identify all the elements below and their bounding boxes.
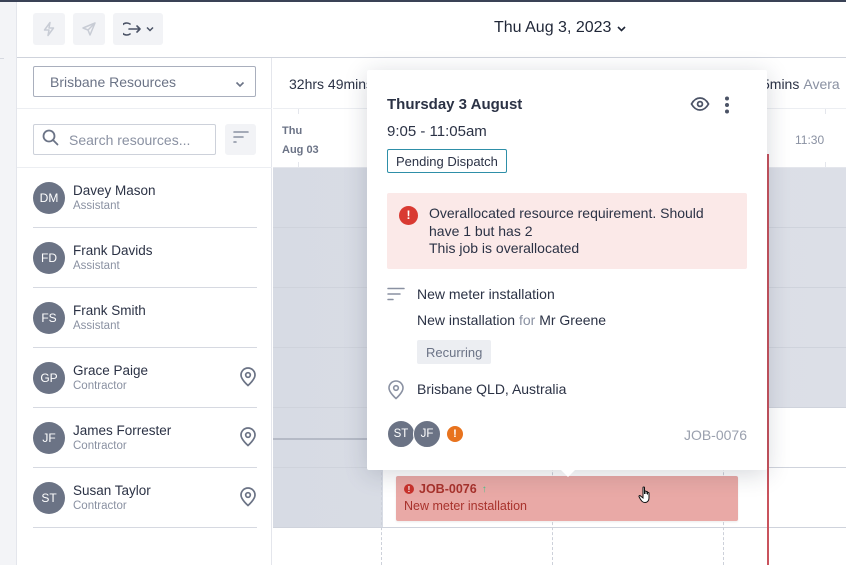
avatar[interactable]: ST (387, 420, 415, 448)
sort-button[interactable] (225, 124, 256, 155)
resource-item[interactable]: DM Davey Mason Assistant (33, 168, 257, 228)
scheduler-app: Thu Aug 3, 2023 Brisbane Resources Searc… (17, 2, 846, 565)
job-id: JOB-0076 (419, 482, 477, 496)
resource-item[interactable]: FS Frank Smith Assistant (33, 288, 257, 348)
header-tick (825, 109, 826, 114)
search-input[interactable] (69, 131, 209, 148)
resource-role: Assistant (73, 199, 120, 212)
location-pin-icon (387, 380, 405, 405)
location-pin-icon[interactable] (239, 367, 257, 392)
resource-name: James Forrester (73, 422, 172, 438)
job-title: New meter installation (404, 499, 527, 513)
current-time-indicator (767, 154, 769, 565)
popover-caret (560, 469, 576, 477)
popover-time: 9:05 - 11:05am (387, 123, 487, 140)
auto-schedule-button[interactable] (33, 13, 65, 45)
day-label-date: Aug 03 (282, 144, 319, 156)
dispatch-button[interactable] (73, 13, 105, 45)
resource-role: Assistant (73, 319, 120, 332)
avatar: DM (33, 181, 65, 214)
divider (17, 108, 272, 109)
resource-group-value: Brisbane Resources (50, 73, 177, 90)
job-popover: Thursday 3 August 9:05 - 11:05am Pending… (367, 70, 767, 477)
assigned-resources: ST JF ! (387, 420, 463, 448)
average-value: 5mins (762, 76, 800, 92)
total-hours-stat: 32hrs 49mins (289, 76, 374, 92)
for-label: for (518, 312, 536, 328)
header: Thu Aug 3, 2023 (17, 2, 846, 58)
job-description: New meter installation (417, 286, 555, 302)
resource-name: Grace Paige (73, 362, 149, 378)
resource-list: DM Davey Mason Assistant FD Frank Davids A… (33, 168, 257, 528)
avatar: ST (33, 481, 65, 514)
resource-item[interactable]: JF James Forrester Contractor (33, 408, 257, 468)
avatar: FD (33, 241, 65, 274)
resource-name: Frank Davids (73, 242, 153, 258)
customer-name[interactable]: Mr Greene (539, 312, 606, 328)
average-label: Avera (803, 76, 840, 92)
resource-panel: Brisbane Resources DM Davey MasonAssista… (17, 58, 272, 565)
job-location: Brisbane QLD, Australia (417, 381, 567, 397)
resource-item[interactable]: FD Frank Davids Assistant (33, 228, 257, 288)
description-icon (387, 287, 405, 306)
date-picker[interactable]: Thu Aug 3, 2023 (494, 19, 627, 37)
job-type: New installation (417, 312, 516, 328)
popover-job-id: JOB-0076 (683, 427, 747, 443)
resource-role: Contractor (73, 379, 127, 392)
sort-icon (232, 130, 249, 149)
error-icon: ! (404, 484, 414, 494)
resource-role: Assistant (73, 259, 120, 272)
status-badge: Pending Dispatch (387, 149, 507, 173)
lightning-icon (41, 21, 57, 37)
chevron-down-icon (235, 75, 245, 91)
day-label-weekday: Thu (282, 125, 303, 137)
more-vertical-icon[interactable] (724, 96, 730, 119)
actions-dropdown-button[interactable] (113, 13, 163, 45)
alert-message: Overallocated resource requirement. Shou… (429, 205, 704, 239)
chevron-down-icon (617, 19, 627, 37)
resource-group-select[interactable]: Brisbane Resources (33, 66, 256, 97)
resource-role: Contractor (73, 439, 127, 452)
hand-cursor-icon (638, 486, 654, 509)
resource-role: Contractor (73, 499, 127, 512)
overallocation-alert: ! Overallocated resource requirement. Sh… (387, 193, 747, 269)
search-icon (42, 129, 59, 151)
arrow-up-icon: ↑ (481, 483, 487, 495)
resource-item[interactable]: ST Susan Taylor Contractor (33, 468, 257, 528)
time-label: 11:30 (795, 133, 825, 147)
popover-title: Thursday 3 August (387, 96, 523, 113)
resource-search[interactable] (33, 124, 216, 155)
resource-name: Davey Mason (73, 182, 156, 198)
avatar: JF (33, 421, 65, 454)
recurring-tag: Recurring (417, 340, 492, 364)
alert-detail: This job is overallocated (429, 240, 580, 256)
job-customer: New installation for Mr Greene (417, 312, 606, 328)
header-tick (825, 162, 826, 167)
warning-icon: ! (447, 426, 463, 442)
eye-icon[interactable] (690, 96, 710, 117)
avatar: FS (33, 301, 65, 334)
logout-icon (122, 21, 143, 37)
date-title: Thu Aug 3, 2023 (494, 19, 612, 36)
resource-name: Frank Smith (73, 302, 146, 318)
location-pin-icon[interactable] (239, 487, 257, 512)
job-block[interactable]: ! JOB-0076 ↑ New meter installation (396, 476, 738, 521)
send-icon (81, 21, 97, 37)
chevron-down-icon (145, 26, 154, 32)
error-icon: ! (399, 206, 418, 225)
resource-name: Susan Taylor (73, 482, 151, 498)
avatar: GP (33, 361, 65, 394)
header-tick (298, 109, 299, 114)
resource-item[interactable]: GP Grace Paige Contractor (33, 348, 257, 408)
header-tick (298, 162, 299, 167)
avatar[interactable]: JF (413, 420, 441, 448)
location-pin-icon[interactable] (239, 427, 257, 452)
day-label: Thu Aug 03 (282, 122, 319, 160)
left-gutter (0, 2, 17, 565)
average-stat: 5mins Avera (762, 76, 840, 92)
